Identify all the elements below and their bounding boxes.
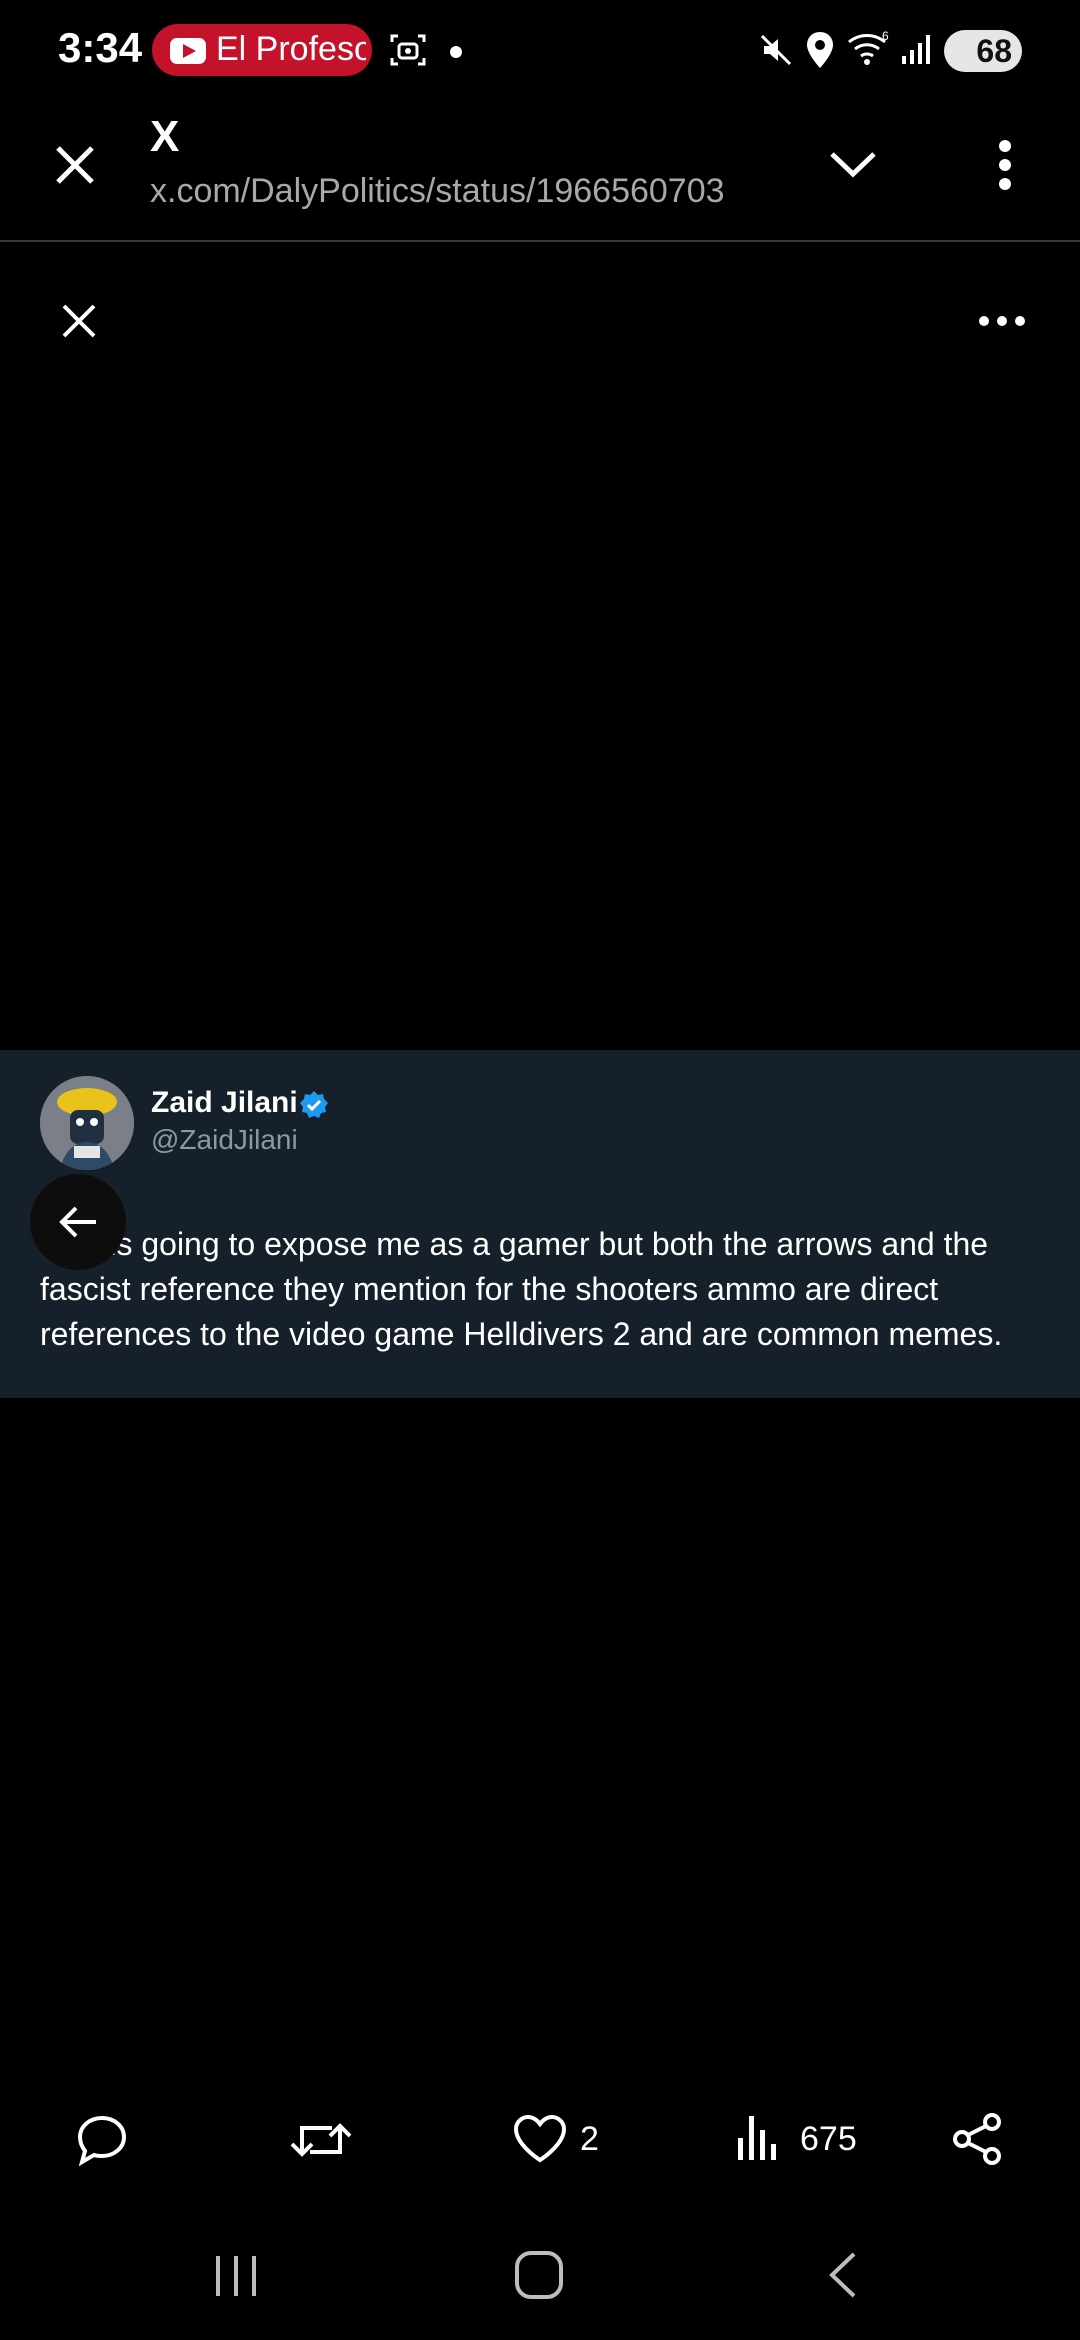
wifi-icon: 6: [846, 28, 892, 68]
arrow-left-icon: [56, 1200, 100, 1244]
verified-badge-icon: [299, 1090, 329, 1120]
location-icon: [804, 30, 836, 70]
like-count: 2: [580, 2120, 599, 2158]
more-horizontal-icon[interactable]: [978, 312, 1026, 330]
url-text[interactable]: x.com/DalyPolitics/status/1966560703: [150, 172, 780, 211]
repost-icon[interactable]: [290, 2114, 352, 2166]
author-handle[interactable]: @ZaidJilani: [151, 1124, 298, 1156]
recent-apps-icon[interactable]: [212, 2254, 262, 2298]
nav-back-icon[interactable]: [822, 2250, 862, 2300]
share-icon[interactable]: [950, 2112, 1004, 2166]
youtube-play-glyph: [183, 44, 196, 58]
home-icon[interactable]: [514, 2250, 564, 2300]
views-icon[interactable]: [736, 2112, 780, 2162]
svg-text:6: 6: [882, 29, 889, 43]
signal-icon: [900, 32, 936, 66]
like-icon[interactable]: [512, 2114, 568, 2164]
avatar[interactable]: [40, 1076, 134, 1170]
page-title: X: [150, 112, 180, 161]
more-vertical-icon[interactable]: [990, 138, 1020, 192]
close-media-icon[interactable]: [60, 302, 98, 340]
view-count: 675: [800, 2120, 857, 2158]
notification-dot-icon: [450, 46, 462, 58]
author-name[interactable]: Zaid Jilani: [151, 1086, 298, 1120]
screenshot-icon: [388, 30, 428, 70]
chevron-down-icon[interactable]: [826, 144, 880, 184]
close-tab-icon[interactable]: [50, 140, 100, 190]
reply-icon[interactable]: [74, 2112, 130, 2168]
tweet-text: This is going to expose me as a gamer bu…: [40, 1226, 1003, 1352]
media-notification-label: El Profesor: [216, 30, 366, 68]
battery-icon: 68: [944, 30, 1022, 72]
mute-icon: [758, 32, 794, 68]
status-time: 3:34: [58, 24, 143, 71]
